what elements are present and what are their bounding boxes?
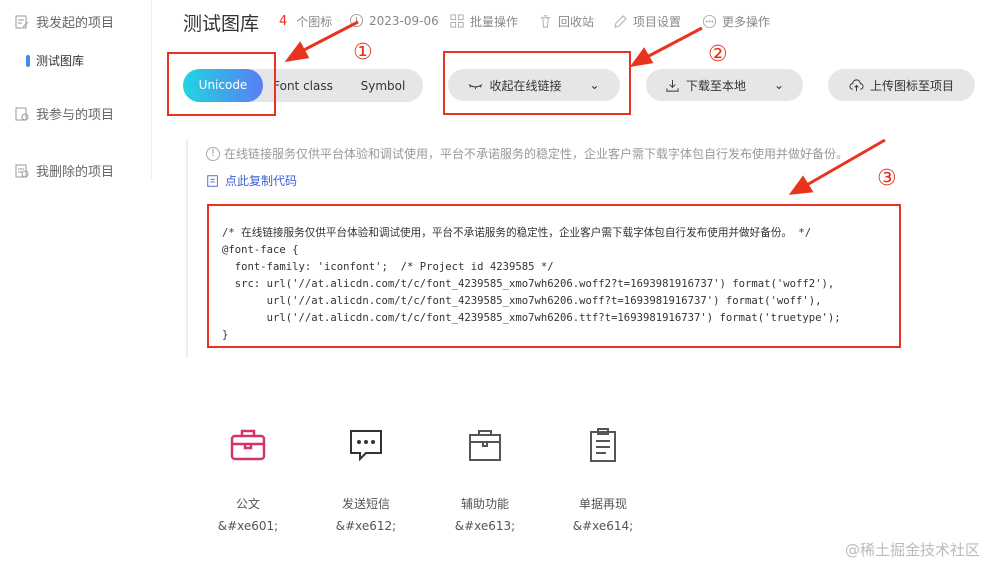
watermark: @稀土掘金技术社区 [844,541,980,559]
annotation-arrows [284,20,886,195]
